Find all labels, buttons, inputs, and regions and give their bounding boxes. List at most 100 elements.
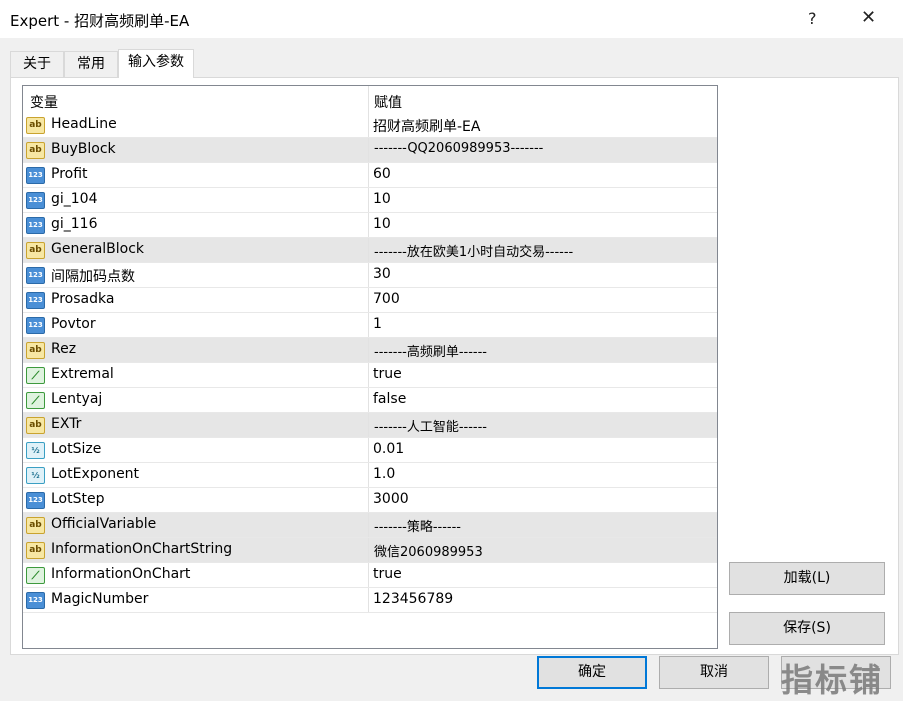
parameter-value[interactable]: 1 [373, 316, 382, 332]
ok-button-label: 确定 [578, 664, 606, 680]
parameter-row[interactable]: ⟋ InformationOnChart true [23, 563, 717, 588]
parameter-value[interactable]: -------策略------ [374, 516, 461, 535]
string-type-icon: ab [26, 242, 45, 259]
parameter-value[interactable]: 123456789 [373, 591, 453, 607]
cell-divider [368, 188, 369, 213]
parameter-value[interactable]: 微信2060989953 [374, 541, 483, 560]
parameter-name: LotExponent [51, 466, 140, 482]
cell-divider [368, 588, 369, 613]
watermark-logo: 指标铺 [781, 661, 884, 699]
integer-type-icon: 123 [26, 592, 45, 609]
integer-type-icon: 123 [26, 217, 45, 234]
cell-divider [368, 438, 369, 463]
parameter-name: BuyBlock [51, 141, 116, 157]
parameter-row[interactable]: ½ LotSize 0.01 [23, 438, 717, 463]
parameter-row[interactable]: ab BuyBlock -------QQ2060989953------- [23, 138, 717, 163]
parameter-name: 间隔加码点数 [51, 269, 135, 285]
parameter-name: Profit [51, 166, 88, 182]
double-type-icon: ½ [26, 442, 45, 459]
parameter-value[interactable]: false [373, 391, 406, 407]
parameter-row[interactable]: ab InformationOnChartString 微信2060989953 [23, 538, 717, 563]
double-type-icon: ½ [26, 467, 45, 484]
load-button[interactable]: 加载(L) [729, 562, 885, 595]
parameter-value[interactable]: -------QQ2060989953------- [374, 141, 543, 156]
parameter-row[interactable]: ½ LotExponent 1.0 [23, 463, 717, 488]
boolean-type-icon: ⟋ [26, 367, 45, 384]
parameter-name: Povtor [51, 316, 96, 332]
cell-divider [368, 163, 369, 188]
parameter-row[interactable]: 123 gi_116 10 [23, 213, 717, 238]
parameter-row[interactable]: ab Rez -------高频刷单------ [23, 338, 717, 363]
parameter-value[interactable]: 700 [373, 291, 400, 307]
parameter-name: Extremal [51, 366, 114, 382]
parameter-row[interactable]: 123 LotStep 3000 [23, 488, 717, 513]
parameter-row[interactable]: ⟋ Extremal true [23, 363, 717, 388]
string-type-icon: ab [26, 117, 45, 134]
parameter-value[interactable]: true [373, 566, 402, 582]
tab-label: 常用 [77, 56, 105, 72]
parameter-name: Rez [51, 341, 77, 357]
grid-header: 变量 赋值 [23, 86, 717, 113]
title-bar: Expert - 招财高频刷单-EA ? ✕ [0, 0, 903, 38]
parameter-row[interactable]: ab HeadLine 招财高频刷单-EA [23, 113, 717, 138]
parameter-row[interactable]: 123 Prosadka 700 [23, 288, 717, 313]
column-header-value[interactable]: 赋值 [374, 92, 402, 112]
parameter-value[interactable]: -------高频刷单------ [374, 341, 487, 360]
parameter-value[interactable]: true [373, 366, 402, 382]
parameter-value[interactable]: 1.0 [373, 466, 395, 482]
parameter-row[interactable]: ab GeneralBlock -------放在欧美1小时自动交易------ [23, 238, 717, 263]
integer-type-icon: 123 [26, 167, 45, 184]
parameter-row[interactable]: ab OfficialVariable -------策略------ [23, 513, 717, 538]
parameter-value[interactable]: 60 [373, 166, 391, 182]
save-button[interactable]: 保存(S) [729, 612, 885, 645]
cell-divider [368, 288, 369, 313]
parameter-value[interactable]: 30 [373, 266, 391, 282]
row-divider [23, 612, 717, 613]
close-icon[interactable]: ✕ [861, 7, 876, 28]
parameter-value[interactable]: -------放在欧美1小时自动交易------ [374, 241, 573, 260]
parameter-name: MagicNumber [51, 591, 149, 607]
parameter-name: gi_104 [51, 191, 98, 207]
cancel-button-label: 取消 [700, 664, 728, 680]
ok-button[interactable]: 确定 [537, 656, 647, 689]
integer-type-icon: 123 [26, 492, 45, 509]
parameter-row[interactable]: 123 Povtor 1 [23, 313, 717, 338]
parameter-value[interactable]: 3000 [373, 491, 409, 507]
parameter-row[interactable]: ⟋ Lentyaj false [23, 388, 717, 413]
column-divider[interactable] [368, 86, 369, 113]
load-button-label: 加载(L) [783, 570, 831, 586]
cell-divider [368, 513, 369, 538]
parameters-grid[interactable]: 变量 赋值 ab HeadLine 招财高频刷单-EA ab BuyBlock -----… [22, 85, 718, 649]
cell-divider [368, 213, 369, 238]
integer-type-icon: 123 [26, 292, 45, 309]
cancel-button[interactable]: 取消 [659, 656, 769, 689]
parameter-value[interactable]: 10 [373, 216, 391, 232]
help-icon[interactable]: ? [808, 9, 817, 28]
string-type-icon: ab [26, 142, 45, 159]
parameter-value[interactable]: 10 [373, 191, 391, 207]
string-type-icon: ab [26, 542, 45, 559]
parameter-value[interactable]: 招财高频刷单-EA [373, 116, 480, 136]
parameter-value[interactable]: -------人工智能------ [374, 416, 487, 435]
parameter-row[interactable]: 123 MagicNumber 123456789 [23, 588, 717, 613]
parameter-row[interactable]: 123 gi_104 10 [23, 188, 717, 213]
window-title: Expert - 招财高频刷单-EA [10, 12, 190, 30]
tab-common[interactable]: 常用 [64, 51, 118, 77]
column-header-variable[interactable]: 变量 [30, 92, 58, 112]
tab-input-params[interactable]: 输入参数 [118, 49, 194, 78]
cell-divider [368, 113, 369, 138]
parameter-value[interactable]: 0.01 [373, 441, 404, 457]
string-type-icon: ab [26, 517, 45, 534]
cell-divider [368, 538, 369, 563]
tab-about[interactable]: 关于 [10, 51, 64, 77]
parameter-name: GeneralBlock [51, 241, 145, 257]
string-type-icon: ab [26, 342, 45, 359]
cell-divider [368, 238, 369, 263]
cell-divider [368, 563, 369, 588]
parameter-name: HeadLine [51, 116, 117, 132]
parameter-row[interactable]: ab EXTr -------人工智能------ [23, 413, 717, 438]
parameter-row[interactable]: 123 Profit 60 [23, 163, 717, 188]
cell-divider [368, 463, 369, 488]
integer-type-icon: 123 [26, 317, 45, 334]
parameter-row[interactable]: 123 间隔加码点数 30 [23, 263, 717, 288]
